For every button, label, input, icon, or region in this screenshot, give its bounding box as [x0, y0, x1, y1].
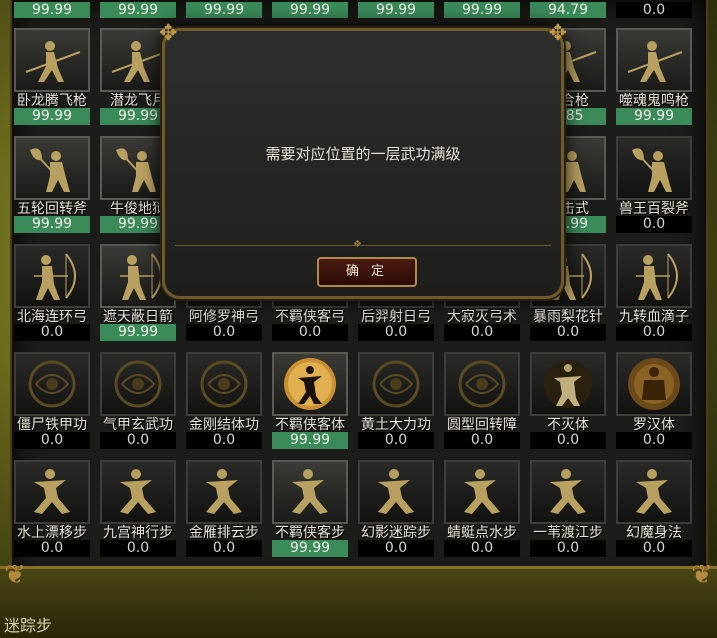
skill-level-value: 0.0 — [358, 324, 434, 341]
skill-name: 阿修罗神弓 — [189, 309, 259, 325]
skill-name: 气甲玄武功 — [103, 417, 173, 433]
skill-name: 卧龙腾飞枪 — [17, 93, 87, 109]
alert-dialog: ✥ ✥ 需要对应位置的一层武功满级 ❖ 确 定 — [159, 21, 567, 299]
skill-level-value: 0.0 — [616, 432, 692, 449]
skill-level-value: 0.0 — [358, 432, 434, 449]
swirl-emblem-icon[interactable] — [186, 352, 262, 416]
skill-name: 僵尸铁甲功 — [17, 417, 87, 433]
skill-level-value: 0.0 — [616, 540, 692, 557]
dialog-corner-ornament-icon: ✥ — [159, 21, 178, 46]
skill-level-value: 0.0 — [358, 540, 434, 557]
spear-warrior-icon[interactable] — [14, 28, 90, 92]
skill-name: 不羁侠客弓 — [275, 309, 345, 325]
divider-ornament-icon: ❖ — [353, 239, 362, 250]
kungfu-stance-icon[interactable] — [100, 460, 176, 524]
skill-name: 北海连环弓 — [17, 309, 87, 325]
skill-level-value: 0.0 — [100, 432, 176, 449]
skill-level-value: 0.0 — [530, 324, 606, 341]
corner-ornament-icon: ❦ — [691, 560, 713, 590]
skill-level-value: 99.99 — [14, 2, 90, 18]
skill-name: 水上漂移步 — [17, 525, 87, 541]
dialog-divider — [175, 245, 551, 246]
skill-level-value: 0.0 — [530, 540, 606, 557]
skill-name: 九转血滴子 — [619, 309, 689, 325]
golden-fighter-emblem-icon[interactable] — [272, 352, 348, 416]
swirl-emblem-icon[interactable] — [100, 352, 176, 416]
panel-bottom-border — [0, 566, 717, 638]
kungfu-stance-icon[interactable] — [272, 460, 348, 524]
skill-level-value: 99.99 — [358, 2, 434, 18]
skill-level-value: 0.0 — [14, 324, 90, 341]
skill-name: 后羿射日弓 — [361, 309, 431, 325]
skill-level-value: 0.0 — [14, 540, 90, 557]
skill-level-value: 99.99 — [100, 2, 176, 18]
kungfu-stance-icon[interactable] — [14, 460, 90, 524]
skill-level-value: 94.79 — [530, 2, 606, 18]
skill-level-value: 0.0 — [100, 540, 176, 557]
confirm-button[interactable]: 确 定 — [317, 257, 417, 287]
skill-level-value: 99.99 — [272, 2, 348, 18]
skill-name: 不羁侠客步 — [275, 525, 345, 541]
skill-name: 五轮回转斧 — [17, 201, 87, 217]
skill-name: 幻魔身法 — [626, 525, 682, 541]
skill-name: 不灭体 — [547, 417, 589, 433]
skill-level-value: 0.0 — [14, 432, 90, 449]
swirl-emblem-icon[interactable] — [14, 352, 90, 416]
skill-level-value: 0.0 — [530, 432, 606, 449]
corner-ornament-icon: ❦ — [4, 560, 26, 590]
skill-level-value: 99.99 — [14, 108, 90, 125]
skill-level-value: 0.0 — [444, 432, 520, 449]
skill-level-value: 0.0 — [616, 2, 692, 18]
archer-icon[interactable] — [616, 244, 692, 308]
skill-level-value: 0.0 — [186, 540, 262, 557]
skill-level-value: 99.99 — [272, 432, 348, 449]
skill-level-value: 0.0 — [616, 324, 692, 341]
bottom-skill-label: 迷踪步 — [4, 616, 53, 635]
skill-name: 蜻蜓点水步 — [447, 525, 517, 541]
skill-name: 大寂灭弓术 — [447, 309, 517, 325]
skill-name: 暴雨梨花针 — [533, 309, 603, 325]
swirl-emblem-icon[interactable] — [444, 352, 520, 416]
kungfu-stance-icon[interactable] — [444, 460, 520, 524]
skill-level-value: 99.99 — [100, 324, 176, 341]
spear-warrior-icon[interactable] — [616, 28, 692, 92]
skill-name: 圆型回转障 — [447, 417, 517, 433]
archer-icon[interactable] — [14, 244, 90, 308]
skill-level-value: 99.99 — [186, 2, 262, 18]
kungfu-stance-icon[interactable] — [186, 460, 262, 524]
skill-level-value: 99.99 — [444, 2, 520, 18]
skill-name: 金雁排云步 — [189, 525, 259, 541]
skill-level-value: 0.0 — [186, 324, 262, 341]
kungfu-stance-icon[interactable] — [358, 460, 434, 524]
fighter-emblem-icon[interactable] — [530, 352, 606, 416]
skill-name: 黄土大力功 — [361, 417, 431, 433]
skill-level-value: 99.99 — [14, 216, 90, 233]
axe-warrior-icon[interactable] — [616, 136, 692, 200]
dialog-message: 需要对应位置的一层武功满级 — [265, 145, 461, 163]
skill-level-value: 0.0 — [272, 324, 348, 341]
skill-name: 噬魂鬼鸣枪 — [619, 93, 689, 109]
swirl-emblem-icon[interactable] — [358, 352, 434, 416]
dialog-corner-ornament-icon: ✥ — [548, 21, 567, 46]
skill-name: 罗汉体 — [633, 417, 675, 433]
skill-name: 金刚结体功 — [189, 417, 259, 433]
skill-name: 遮天蔽日箭 — [103, 309, 173, 325]
axe-warrior-icon[interactable] — [14, 136, 90, 200]
monk-emblem-icon[interactable] — [616, 352, 692, 416]
kungfu-stance-icon[interactable] — [616, 460, 692, 524]
skill-name: 兽王百裂斧 — [619, 201, 689, 217]
skill-name: 幻影迷踪步 — [361, 525, 431, 541]
skill-level-value: 99.99 — [272, 540, 348, 557]
skill-name: 九宫神行步 — [103, 525, 173, 541]
skill-level-value: 0.0 — [444, 324, 520, 341]
skill-name: 不羁侠客体 — [275, 417, 345, 433]
skill-level-value: 0.0 — [444, 540, 520, 557]
skill-level-value: 99.99 — [616, 108, 692, 125]
skill-level-value: 0.0 — [616, 216, 692, 233]
kungfu-stance-icon[interactable] — [530, 460, 606, 524]
skill-level-value: 0.0 — [186, 432, 262, 449]
skill-name: 一苇渡江步 — [533, 525, 603, 541]
